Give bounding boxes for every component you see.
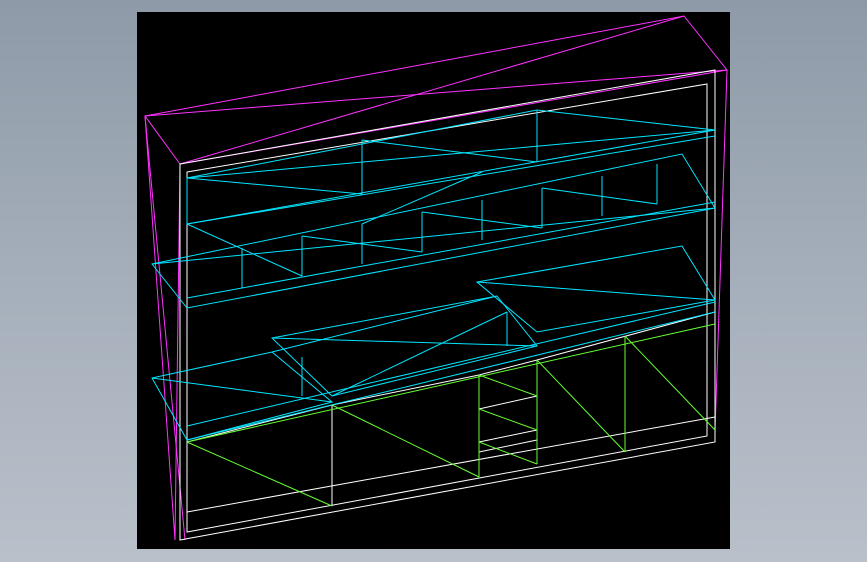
compartment-diag-1 (186, 223, 303, 277)
wireframe-drawing (144, 15, 728, 541)
door-2-diagonal (331, 404, 480, 478)
middle-shelf-cross (151, 207, 716, 265)
shelf-frame-lines (151, 109, 716, 441)
door-3-diagonal (536, 359, 626, 453)
outer-frame-left-side (144, 115, 181, 541)
middle-shelf-front (186, 201, 716, 299)
outer-frame-right-side (714, 69, 728, 433)
counter-front-2 (186, 301, 716, 427)
counter-right (475, 245, 716, 333)
lower-edge (186, 323, 716, 443)
top-shelf-diagonal-1 (186, 129, 716, 179)
top-shelf-cross-1 (186, 177, 363, 195)
door-1-diagonal (186, 441, 333, 507)
compartment-diag-4 (541, 187, 658, 205)
outer-frame-lines (144, 15, 728, 541)
counter-front (186, 311, 716, 441)
drawer-line-2 (478, 429, 538, 443)
counter-mid (270, 295, 538, 397)
middle-shelf (151, 153, 716, 309)
outer-frame-top (144, 15, 728, 165)
drawer-diag-2 (478, 408, 538, 431)
drawer-diag-3 (478, 441, 538, 465)
cad-viewport[interactable] (137, 12, 730, 549)
drawer-frame-lines (186, 323, 716, 507)
drawer-line-1 (478, 395, 538, 410)
top-shelf-cross-2 (361, 139, 538, 163)
outer-frame-top-diagonal (144, 69, 728, 117)
door-4-diagonal (624, 335, 716, 431)
plinth-line (186, 416, 716, 513)
drawer-diag-1 (478, 374, 538, 397)
counter-right-diag (476, 281, 716, 301)
outer-frame-left-diagonal (144, 115, 186, 541)
top-shelf (186, 109, 716, 225)
